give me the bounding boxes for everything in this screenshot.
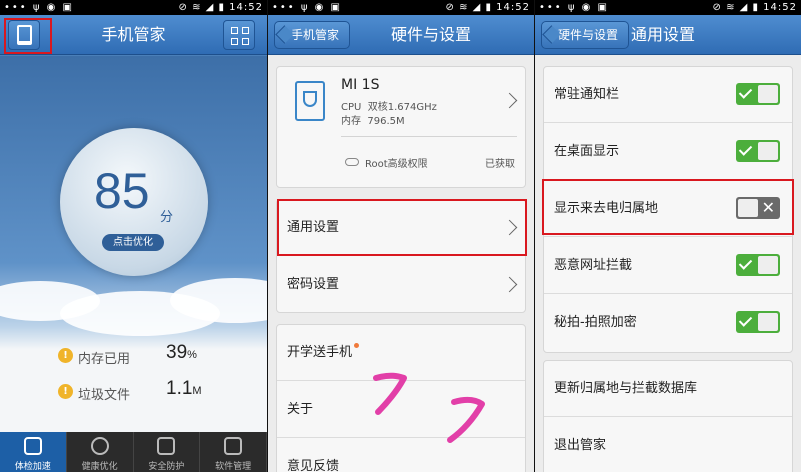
tab-health[interactable]: 健康优化 <box>67 432 134 472</box>
device-cpu: CPU 双核1.674GHz <box>341 102 437 113</box>
chevron-right-icon <box>501 219 518 236</box>
score-value: 85 <box>94 163 150 219</box>
new-dot-icon <box>354 343 360 348</box>
phone-shield-icon <box>295 81 325 121</box>
settings-item-general[interactable]: 通用设置 <box>277 200 525 256</box>
toggle-row-notification: 常驻通知栏 <box>544 67 792 123</box>
status-bar: ••• ψ ◉ ▣ ⊘ ≋ ◢ ▮ 14:52 <box>535 0 801 15</box>
toggle-row-photo-encrypt: 秘拍-拍照加密 <box>544 295 792 351</box>
device-card[interactable]: MI 1S CPU 双核1.674GHz 内存 796.5M Root高级权限 … <box>276 66 526 188</box>
root-label: Root高级权限 <box>365 159 428 170</box>
toggle-switch[interactable]: ✕ <box>736 197 780 219</box>
toggle-switch[interactable] <box>736 140 780 162</box>
toggle-switch[interactable] <box>736 311 780 333</box>
home-screen: ••• ψ ◉ ▣ ⊘ ≋ ◢ ▮ 14:52 手机管家 85 分 点击优化 ! <box>0 0 267 472</box>
warning-icon: ! <box>58 348 73 363</box>
status-left: ••• ψ ◉ ▣ <box>4 2 75 13</box>
action-card: 更新归属地与拦截数据库 退出管家 <box>543 360 793 472</box>
bottom-tab-bar: 体检加速 健康优化 安全防护 软件管理 <box>0 432 267 472</box>
settings-card: 通用设置 密码设置 <box>276 199 526 313</box>
toggle-switch[interactable] <box>736 83 780 105</box>
stat-memory: ! 内存已用 39% <box>58 342 258 368</box>
tab-software[interactable]: 软件管理 <box>200 432 267 472</box>
device-name: MI 1S <box>341 77 380 93</box>
device-memory: 内存 796.5M <box>341 116 405 127</box>
tab-checkup[interactable]: 体检加速 <box>0 432 67 472</box>
score-unit: 分 <box>160 210 174 225</box>
toggle-row-desktop: 在桌面显示 <box>544 124 792 180</box>
toggle-row-url-block: 恶意网址拦截 <box>544 238 792 294</box>
optimize-button[interactable]: 点击优化 <box>102 234 164 251</box>
update-database-button[interactable]: 更新归属地与拦截数据库 <box>544 361 792 417</box>
status-bar: ••• ψ ◉ ▣ ⊘ ≋ ◢ ▮ 14:52 <box>0 0 267 15</box>
toggle-card: 常驻通知栏 在桌面显示 显示来去电归属地 ✕ 恶意网址拦截 秘拍-拍照加密 <box>543 66 793 353</box>
status-right: ⊘ ≋ ◢ ▮ 14:52 <box>178 2 263 13</box>
toggle-switch[interactable] <box>736 254 780 276</box>
title-bar: 手机管家 <box>0 15 267 55</box>
tab-security[interactable]: 安全防护 <box>134 432 201 472</box>
hardware-settings-screen: ••• ψ ◉ ▣ ⊘ ≋ ◢ ▮ 14:52 手机管家 硬件与设置 MI 1S… <box>268 0 534 472</box>
toggle-row-caller-location: 显示来去电归属地 ✕ <box>544 181 792 237</box>
general-settings-screen: ••• ψ ◉ ▣ ⊘ ≋ ◢ ▮ 14:52 硬件与设置 通用设置 常驻通知栏… <box>535 0 801 472</box>
title-bar: 手机管家 硬件与设置 <box>268 15 534 55</box>
root-status: 已获取 <box>485 159 515 170</box>
close-icon: ✕ <box>761 198 775 217</box>
warning-icon: ! <box>58 384 73 399</box>
page-title: 硬件与设置 <box>390 25 471 44</box>
stat-value: 39% <box>166 342 197 363</box>
stat-label: 内存已用 <box>78 352 131 367</box>
title-bar: 硬件与设置 通用设置 <box>535 15 801 55</box>
stat-label: 垃圾文件 <box>78 388 131 403</box>
divider <box>341 136 517 137</box>
shield-icon <box>157 437 176 455</box>
check-circle-icon <box>90 437 109 455</box>
cloud-icon <box>345 158 359 166</box>
chevron-right-icon <box>501 92 518 109</box>
magnifier-icon <box>23 437 42 455</box>
grid-icon <box>231 27 249 45</box>
chevron-right-icon <box>501 276 518 293</box>
scribble-mark <box>373 372 485 443</box>
exit-button[interactable]: 退出管家 <box>544 418 792 472</box>
box-icon <box>224 437 243 455</box>
status-bar: ••• ψ ◉ ▣ ⊘ ≋ ◢ ▮ 14:52 <box>268 0 534 15</box>
stat-value: 1.1M <box>166 378 202 399</box>
grid-menu-button[interactable] <box>223 20 255 50</box>
score-circle[interactable]: 85 分 点击优化 <box>60 128 208 276</box>
stat-junk: ! 垃圾文件 1.1M <box>58 378 258 404</box>
page-title: 通用设置 <box>630 25 695 44</box>
dashboard: 85 分 点击优化 ! 内存已用 39% ! 垃圾文件 1.1M <box>0 56 267 432</box>
settings-item-password[interactable]: 密码设置 <box>277 257 525 313</box>
